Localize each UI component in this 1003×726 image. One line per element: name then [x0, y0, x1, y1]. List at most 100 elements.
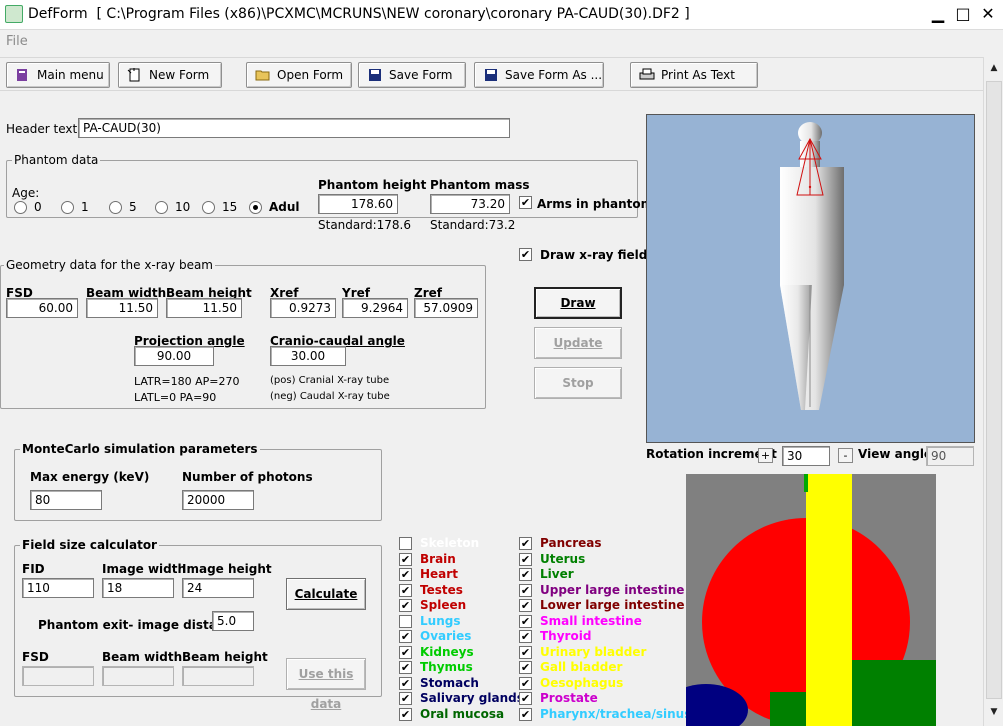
fid-input[interactable]: 110 [22, 578, 94, 598]
organ-checkbox[interactable]: ✔ [519, 645, 532, 659]
image-width-input[interactable]: 18 [102, 578, 174, 598]
header-text-label: Header text [6, 122, 78, 136]
organ-checkbox[interactable] [399, 614, 412, 628]
organ-checkbox[interactable]: ✔ [399, 707, 412, 721]
organ-checkbox[interactable]: ✔ [519, 537, 532, 550]
organ-checkbox[interactable]: ✔ [399, 645, 412, 659]
floppy-disk-icon [369, 69, 381, 81]
organ-checkbox[interactable]: ✔ [519, 661, 532, 674]
folder-open-icon [255, 70, 270, 81]
draw-xray-field-checkbox[interactable]: ✔ [519, 248, 532, 261]
organ-checkbox[interactable]: ✔ [519, 692, 532, 705]
organ-checkbox[interactable]: ✔ [519, 568, 532, 581]
organ-checkbox[interactable]: ✔ [519, 583, 532, 597]
maximize-button[interactable]: □ [951, 3, 975, 25]
organ-label: Uterus [540, 551, 586, 566]
slice-view[interactable] [686, 474, 936, 726]
age-radio-label: 10 [175, 200, 191, 214]
organ-checkbox[interactable]: ✔ [399, 692, 412, 705]
save-form-button[interactable]: Save Form [358, 62, 466, 88]
print-as-text-button[interactable]: Print As Text [630, 62, 758, 88]
organ-checkbox[interactable] [399, 537, 412, 550]
geometry-title: Geometry data for the x-ray beam [4, 258, 215, 272]
update-field-button[interactable]: Update Field [534, 327, 622, 380]
organ-checkbox[interactable]: ✔ [399, 583, 412, 597]
montecarlo-group [14, 449, 382, 521]
organ-checkbox[interactable]: ✔ [519, 676, 532, 690]
exit-distance-input[interactable]: 5.0 [212, 611, 254, 631]
minimize-button[interactable]: ▁ [926, 3, 950, 25]
photons-input[interactable]: 20000 [182, 490, 254, 510]
use-this-data-button[interactable]: Use this data [286, 658, 366, 711]
save-form-as-button[interactable]: Save Form As ... [474, 62, 604, 88]
zref-input[interactable]: 57.0909 [414, 298, 478, 318]
organ-label: Salivary glands [420, 691, 524, 705]
organ-checkbox[interactable]: ✔ [399, 676, 412, 690]
calculate-button[interactable]: Calculate [286, 578, 366, 610]
age-radio-1[interactable] [61, 201, 74, 214]
organ-label: Pancreas [540, 536, 602, 550]
fsd-input[interactable]: 60.00 [6, 298, 78, 318]
beam-width-input[interactable]: 11.50 [86, 298, 158, 318]
organ-label: Lower large intestine [540, 598, 685, 612]
organ-label: Lungs [420, 613, 461, 628]
max-energy-input[interactable]: 80 [30, 490, 102, 510]
phantom-mass-input[interactable]: 73.20 [430, 194, 510, 214]
header-text-input[interactable]: PA-CAUD(30) [78, 118, 510, 138]
max-energy-label: Max energy (keV) [30, 470, 150, 484]
app-icon [5, 5, 23, 23]
main-menu-button[interactable]: Main menu [6, 62, 110, 88]
scroll-up-arrow-icon[interactable]: ▲ [984, 59, 1003, 77]
beam-height-input[interactable]: 11.50 [166, 298, 242, 318]
vertical-scrollbar[interactable]: ▲ ▼ [983, 57, 1003, 726]
rotation-minus-button[interactable]: - [838, 448, 853, 463]
printer-icon [639, 68, 655, 80]
view-angle-input[interactable]: 90 [926, 446, 974, 466]
xref-input[interactable]: 0.9273 [270, 298, 336, 318]
projection-angle-input[interactable]: 90.00 [134, 346, 214, 366]
organ-checkbox[interactable]: ✔ [519, 614, 532, 628]
open-form-button[interactable]: Open Form [246, 62, 352, 88]
yref-input[interactable]: 9.2964 [342, 298, 408, 318]
age-radio-5[interactable] [109, 201, 122, 214]
image-height-label: Image height [182, 562, 272, 576]
draw-button[interactable]: Draw [534, 287, 622, 319]
organ-label: Spleen [420, 598, 467, 612]
organ-label: Thymus [420, 660, 473, 674]
organ-checkbox[interactable]: ✔ [399, 630, 412, 643]
age-radio-0[interactable] [14, 201, 27, 214]
organ-checkbox[interactable]: ✔ [519, 599, 532, 612]
organ-checkbox[interactable]: ✔ [519, 552, 532, 566]
phantom-height-input[interactable]: 178.60 [318, 194, 398, 214]
organ-checkbox[interactable]: ✔ [399, 599, 412, 612]
rotation-plus-button[interactable]: + [758, 448, 773, 463]
scroll-thumb[interactable] [986, 81, 1002, 699]
image-height-input[interactable]: 24 [182, 578, 254, 598]
organ-checkbox[interactable]: ✔ [399, 568, 412, 581]
organ-label: Ovaries [420, 629, 472, 643]
arms-in-phantom-checkbox[interactable]: ✔ [519, 196, 532, 209]
calc-beam-width-label: Beam width [102, 650, 183, 664]
age-radio-adul[interactable] [249, 201, 262, 214]
phantom-mass-label: Phantom mass [430, 178, 530, 192]
cranio-caudal-input[interactable]: 30.00 [270, 346, 346, 366]
close-button[interactable]: ✕ [976, 3, 1000, 25]
age-radio-label: 1 [81, 200, 89, 214]
angle-hint-3: (pos) Cranial X-ray tube [270, 375, 390, 386]
age-radio-10[interactable] [155, 201, 168, 214]
age-radio-15[interactable] [202, 201, 215, 214]
calc-beam-width-output [102, 666, 174, 686]
stop-button[interactable]: Stop [534, 367, 622, 399]
organ-checkbox[interactable]: ✔ [399, 661, 412, 674]
organ-checkbox[interactable]: ✔ [519, 707, 532, 721]
menu-file[interactable]: File [6, 34, 28, 49]
scroll-down-arrow-icon[interactable]: ▼ [984, 703, 1003, 721]
phantom-3d-view[interactable] [646, 114, 975, 443]
new-form-button[interactable]: New Form [118, 62, 222, 88]
phantom-height-label: Phantom height [318, 178, 427, 192]
organ-checkbox[interactable]: ✔ [519, 630, 532, 643]
angle-hint-1: LATR=180 AP=270 [134, 375, 240, 388]
age-radio-label: 5 [129, 200, 137, 214]
rotation-increment-input[interactable]: 30 [782, 446, 830, 466]
organ-checkbox[interactable]: ✔ [399, 552, 412, 566]
